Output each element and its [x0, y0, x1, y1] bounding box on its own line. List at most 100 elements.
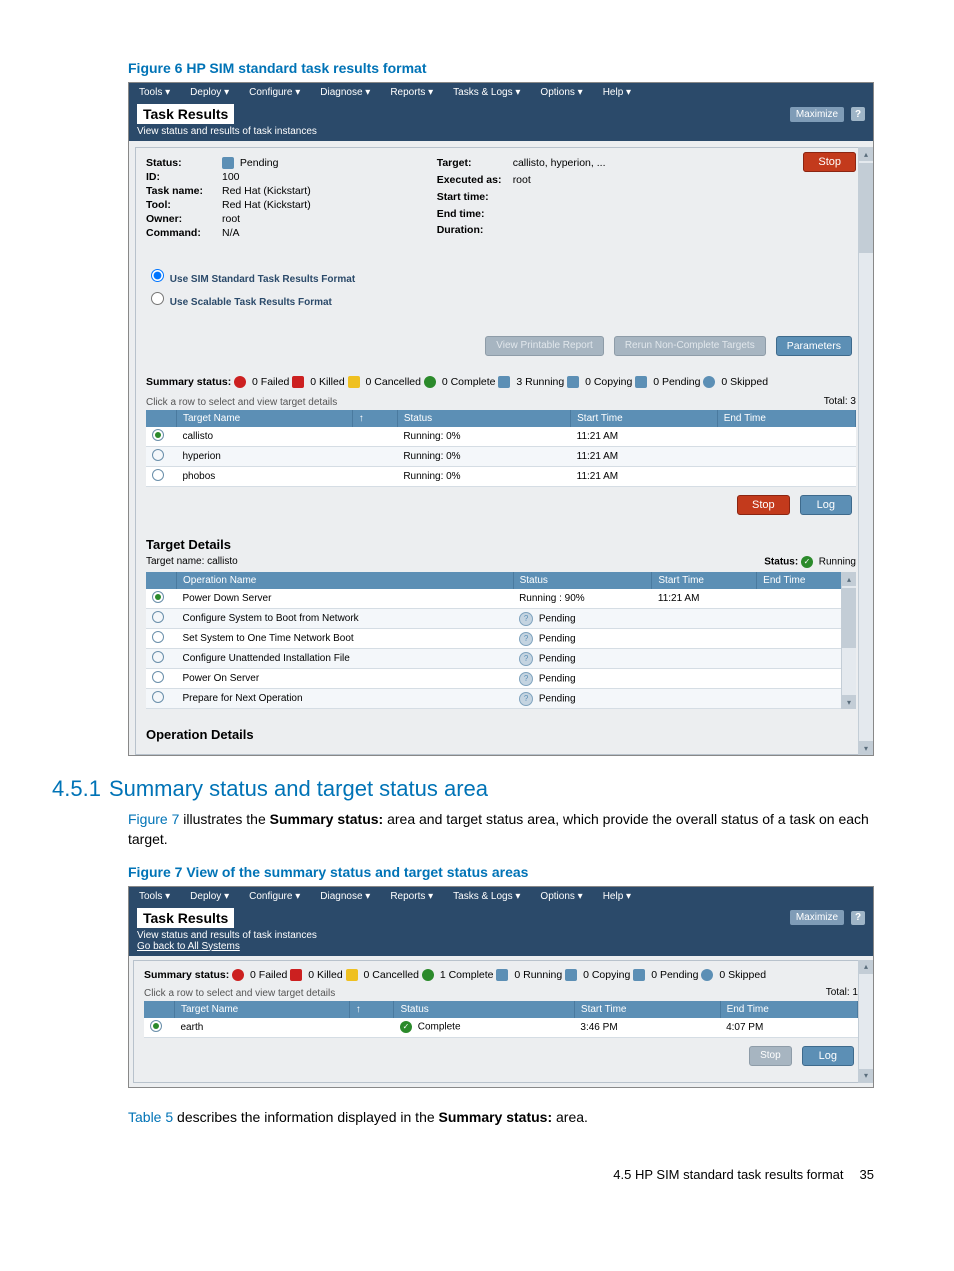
menu-item[interactable]: Help ▾: [593, 887, 641, 906]
maximize-button[interactable]: Maximize: [790, 910, 844, 925]
table-row[interactable]: earth✓ Complete3:46 PM4:07 PM: [144, 1018, 858, 1038]
menu-item[interactable]: Tools ▾: [129, 83, 180, 102]
parameters-button[interactable]: Parameters: [776, 336, 852, 356]
scroll-up-icon[interactable]: ▴: [859, 960, 873, 974]
panel-scrollbar[interactable]: ▴ ▾: [858, 960, 873, 1083]
go-back-link[interactable]: Go back to All Systems: [137, 941, 240, 952]
column-header[interactable]: Start Time: [652, 572, 757, 589]
row-radio[interactable]: [152, 449, 164, 461]
menu-item[interactable]: Tools ▾: [129, 887, 180, 906]
radio-sim-standard[interactable]: Use SIM Standard Task Results Format: [146, 264, 856, 287]
column-header[interactable]: Status: [394, 1001, 574, 1018]
operations-table: Operation NameStatusStart TimeEnd Time P…: [146, 572, 856, 709]
row-radio[interactable]: [152, 611, 164, 623]
menu-item[interactable]: Deploy ▾: [180, 83, 239, 102]
pending-icon: ?: [519, 652, 533, 666]
table-row[interactable]: callistoRunning: 0%11:21 AM: [146, 427, 856, 447]
page-title: Task Results: [137, 104, 234, 124]
menu-item[interactable]: Tasks & Logs ▾: [443, 887, 530, 906]
table-row[interactable]: Power Down ServerRunning : 90%11:21 AM: [146, 589, 856, 609]
menu-item[interactable]: Options ▾: [530, 887, 592, 906]
help-icon[interactable]: ?: [851, 107, 865, 121]
menu-item[interactable]: Configure ▾: [239, 83, 310, 102]
row-radio[interactable]: [152, 429, 164, 441]
scroll-up-icon[interactable]: ▴: [842, 572, 856, 586]
task-info-left: Status: PendingID: 100Task name: Red Hat…: [146, 156, 317, 240]
log-button[interactable]: Log: [800, 495, 852, 515]
failed-icon: [232, 969, 244, 981]
menu-item[interactable]: Reports ▾: [380, 83, 443, 102]
scroll-thumb[interactable]: [842, 588, 856, 648]
menu-item[interactable]: Diagnose ▾: [310, 83, 380, 102]
row-radio[interactable]: [152, 691, 164, 703]
table-row[interactable]: Prepare for Next Operation? Pending: [146, 689, 856, 709]
figure-6-app: Tools ▾Deploy ▾Configure ▾Diagnose ▾Repo…: [128, 82, 874, 756]
targets-table: Target Name↑StatusStart TimeEnd Time cal…: [146, 410, 856, 487]
column-header[interactable]: [144, 1001, 175, 1018]
killed-icon: [292, 376, 304, 388]
menu-item[interactable]: Deploy ▾: [180, 887, 239, 906]
column-header[interactable]: End Time: [717, 410, 855, 427]
menu-item[interactable]: Reports ▾: [380, 887, 443, 906]
menubar: Tools ▾Deploy ▾Configure ▾Diagnose ▾Repo…: [129, 83, 873, 102]
copying-icon: [565, 969, 577, 981]
column-header[interactable]: ↑: [349, 1001, 394, 1018]
row-radio[interactable]: [152, 631, 164, 643]
table-5-link[interactable]: Table 5: [128, 1109, 173, 1125]
scroll-down-icon[interactable]: ▾: [842, 695, 856, 709]
section-paragraph: Figure 7 illustrates the Summary status:…: [128, 810, 874, 849]
menu-item[interactable]: Tasks & Logs ▾: [443, 83, 530, 102]
table-row[interactable]: Configure Unattended Installation File? …: [146, 649, 856, 669]
column-header[interactable]: Status: [397, 410, 570, 427]
row-radio[interactable]: [152, 591, 164, 603]
panel-scrollbar[interactable]: ▴ ▾: [858, 147, 873, 755]
menu-item[interactable]: Options ▾: [530, 83, 592, 102]
rerun-button[interactable]: Rerun Non-Complete Targets: [614, 336, 766, 356]
pending-icon: ?: [519, 692, 533, 706]
view-printable-button[interactable]: View Printable Report: [485, 336, 604, 356]
help-icon[interactable]: ?: [851, 911, 865, 925]
complete-icon: [424, 376, 436, 388]
menu-item[interactable]: Diagnose ▾: [310, 887, 380, 906]
failed-icon: [234, 376, 246, 388]
column-header[interactable]: Status: [513, 572, 652, 589]
table-row[interactable]: Power On Server? Pending: [146, 669, 856, 689]
column-header[interactable]: Operation Name: [177, 572, 514, 589]
table-row[interactable]: phobosRunning: 0%11:21 AM: [146, 467, 856, 487]
killed-icon: [290, 969, 302, 981]
column-header[interactable]: [146, 410, 177, 427]
row-radio[interactable]: [152, 671, 164, 683]
log-button[interactable]: Log: [802, 1046, 854, 1066]
task-info-mid: Target: callisto, hyperion, ...Executed …: [437, 156, 612, 240]
column-header[interactable]: [146, 572, 177, 589]
row-radio[interactable]: [150, 1020, 162, 1032]
figure-7-link[interactable]: Figure 7: [128, 811, 179, 827]
column-header[interactable]: Target Name: [177, 410, 353, 427]
scroll-up-icon[interactable]: ▴: [859, 147, 873, 161]
menu-item[interactable]: Configure ▾: [239, 887, 310, 906]
column-header[interactable]: ↑: [352, 410, 397, 427]
table-row[interactable]: hyperionRunning: 0%11:21 AM: [146, 447, 856, 467]
row-radio[interactable]: [152, 469, 164, 481]
column-header[interactable]: End Time: [720, 1001, 857, 1018]
stop-button-2[interactable]: Stop: [737, 495, 790, 515]
menu-item[interactable]: Help ▾: [593, 83, 641, 102]
section-heading: 4.5.1Summary status and target status ar…: [52, 776, 874, 802]
scroll-thumb[interactable]: [859, 163, 873, 253]
radio-scalable[interactable]: Use Scalable Task Results Format: [146, 287, 856, 310]
maximize-button[interactable]: Maximize: [790, 107, 844, 122]
table-5-paragraph: Table 5 describes the information displa…: [128, 1108, 874, 1128]
table-row[interactable]: Set System to One Time Network Boot? Pen…: [146, 629, 856, 649]
column-header[interactable]: Target Name: [175, 1001, 350, 1018]
stop-button[interactable]: Stop: [803, 152, 856, 172]
scroll-down-icon[interactable]: ▾: [859, 741, 873, 755]
operations-scrollbar[interactable]: ▴ ▾: [841, 572, 856, 709]
stop-button[interactable]: Stop: [749, 1046, 792, 1066]
total-count: Total: 1: [826, 987, 858, 998]
table-row[interactable]: Configure System to Boot from Network? P…: [146, 609, 856, 629]
column-header[interactable]: Start Time: [571, 410, 718, 427]
scroll-down-icon[interactable]: ▾: [859, 1069, 873, 1083]
complete-icon: [422, 969, 434, 981]
column-header[interactable]: Start Time: [574, 1001, 720, 1018]
row-radio[interactable]: [152, 651, 164, 663]
